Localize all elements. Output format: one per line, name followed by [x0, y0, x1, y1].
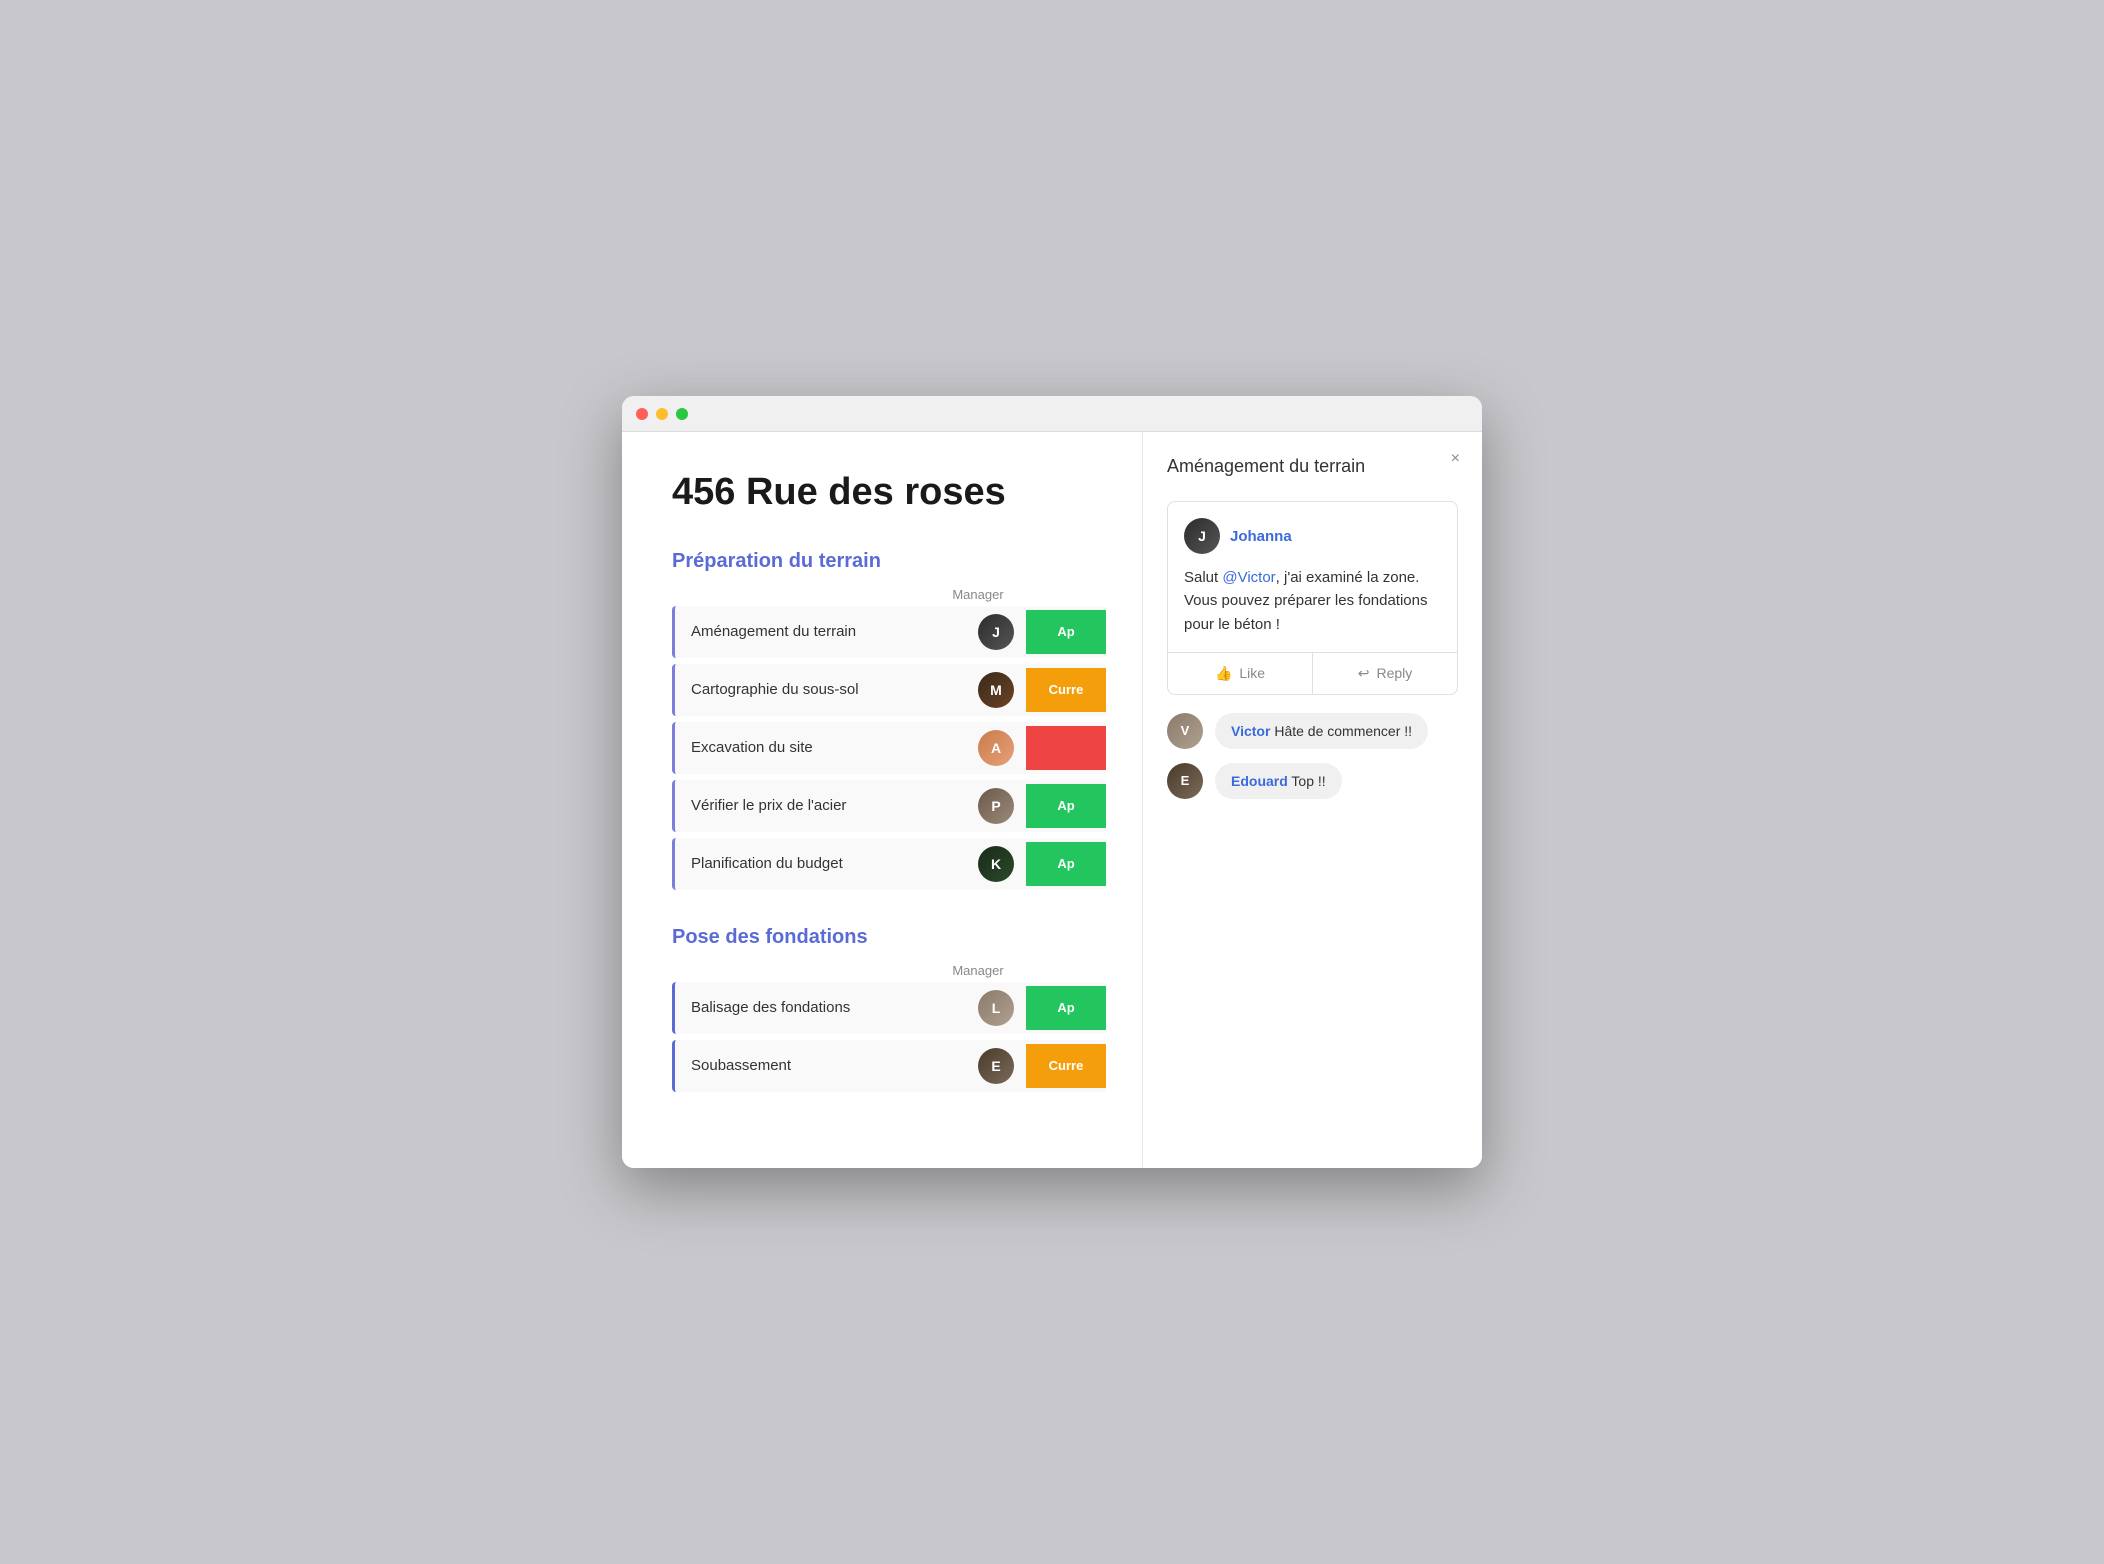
status-badge: Ap	[1026, 610, 1106, 654]
avatar-cell: L	[966, 982, 1026, 1034]
close-button[interactable]: ×	[1445, 446, 1466, 472]
avatar-cell: J	[966, 606, 1026, 658]
task-row[interactable]: Vérifier le prix de l'acier P Ap	[672, 780, 1106, 832]
reply-item: E Edouard Top !!	[1167, 763, 1458, 799]
avatar: A	[978, 730, 1014, 766]
avatar-cell: A	[966, 722, 1026, 774]
avatar-victor: V	[1167, 713, 1203, 749]
reply-bubble: Victor Hâte de commencer !!	[1215, 713, 1428, 749]
maximize-dot[interactable]	[676, 408, 688, 420]
reply-text-content: Hâte de commencer !!	[1274, 723, 1412, 739]
avatar: E	[978, 1048, 1014, 1084]
status-badge	[1026, 726, 1106, 770]
app-window: 456 Rue des roses Préparation du terrain…	[622, 396, 1482, 1168]
right-panel: × Aménagement du terrain J Johanna Salut…	[1142, 432, 1482, 1168]
section-header-preparation: Manager	[672, 587, 1106, 602]
col-manager-label: Manager	[938, 963, 1018, 978]
task-row[interactable]: Planification du budget K Ap	[672, 838, 1106, 890]
reply-text-content: Top !!	[1291, 773, 1325, 789]
avatar: P	[978, 788, 1014, 824]
comment-body: Salut @Victor, j'ai examiné la zone. Vou…	[1184, 566, 1441, 636]
avatar-edouard: E	[1167, 763, 1203, 799]
reply-author: Edouard	[1231, 773, 1288, 789]
left-panel: 456 Rue des roses Préparation du terrain…	[622, 432, 1142, 1168]
task-label: Planification du budget	[675, 841, 966, 886]
task-label: Vérifier le prix de l'acier	[675, 783, 966, 828]
reply-button[interactable]: ↩ Reply	[1313, 653, 1457, 694]
avatar-cell: M	[966, 664, 1026, 716]
reply-label: Reply	[1376, 665, 1412, 681]
page-title: 456 Rue des roses	[672, 472, 1106, 514]
minimize-dot[interactable]	[656, 408, 668, 420]
status-badge: Ap	[1026, 842, 1106, 886]
avatar: M	[978, 672, 1014, 708]
section-title-preparation: Préparation du terrain	[672, 550, 1106, 573]
status-badge: Ap	[1026, 784, 1106, 828]
task-row[interactable]: Soubassement E Curre	[672, 1040, 1106, 1092]
avatar: J	[978, 614, 1014, 650]
like-label: Like	[1239, 665, 1265, 681]
task-label: Balisage des fondations	[675, 985, 966, 1030]
reply-item: V Victor Hâte de commencer !!	[1167, 713, 1458, 749]
status-badge: Curre	[1026, 1044, 1106, 1088]
section-fondations: Pose des fondations Manager Balisage des…	[672, 926, 1106, 1092]
avatar: L	[978, 990, 1014, 1026]
panel-title: Aménagement du terrain	[1167, 456, 1458, 477]
comment-mention: @Victor	[1222, 569, 1275, 586]
section-preparation: Préparation du terrain Manager Aménageme…	[672, 550, 1106, 890]
comment-card: J Johanna Salut @Victor, j'ai examiné la…	[1167, 501, 1458, 695]
window-body: 456 Rue des roses Préparation du terrain…	[622, 432, 1482, 1168]
titlebar	[622, 396, 1482, 432]
reply-bubble: Edouard Top !!	[1215, 763, 1342, 799]
task-row[interactable]: Excavation du site A	[672, 722, 1106, 774]
avatar-cell: P	[966, 780, 1026, 832]
task-label: Cartographie du sous-sol	[675, 667, 966, 712]
reply-icon: ↩	[1358, 665, 1370, 682]
like-icon: 👍	[1215, 665, 1232, 682]
status-badge: Curre	[1026, 668, 1106, 712]
task-label: Aménagement du terrain	[675, 609, 966, 654]
avatar-cell: K	[966, 838, 1026, 890]
task-label: Soubassement	[675, 1043, 966, 1088]
comment-author: Johanna	[1230, 528, 1292, 545]
task-row[interactable]: Cartographie du sous-sol M Curre	[672, 664, 1106, 716]
task-row[interactable]: Balisage des fondations L Ap	[672, 982, 1106, 1034]
section-title-fondations: Pose des fondations	[672, 926, 1106, 949]
avatar-cell: E	[966, 1040, 1026, 1092]
avatar-johanna: J	[1184, 518, 1220, 554]
section-header-fondations: Manager	[672, 963, 1106, 978]
comment-actions: 👍 Like ↩ Reply	[1168, 652, 1457, 694]
col-manager-label: Manager	[938, 587, 1018, 602]
like-button[interactable]: 👍 Like	[1168, 653, 1313, 694]
close-dot[interactable]	[636, 408, 648, 420]
task-row[interactable]: Aménagement du terrain J Ap	[672, 606, 1106, 658]
avatar: K	[978, 846, 1014, 882]
reply-author: Victor	[1231, 723, 1270, 739]
comment-prefix: Salut	[1184, 569, 1222, 586]
status-badge: Ap	[1026, 986, 1106, 1030]
task-label: Excavation du site	[675, 725, 966, 770]
comment-header: J Johanna	[1184, 518, 1441, 554]
